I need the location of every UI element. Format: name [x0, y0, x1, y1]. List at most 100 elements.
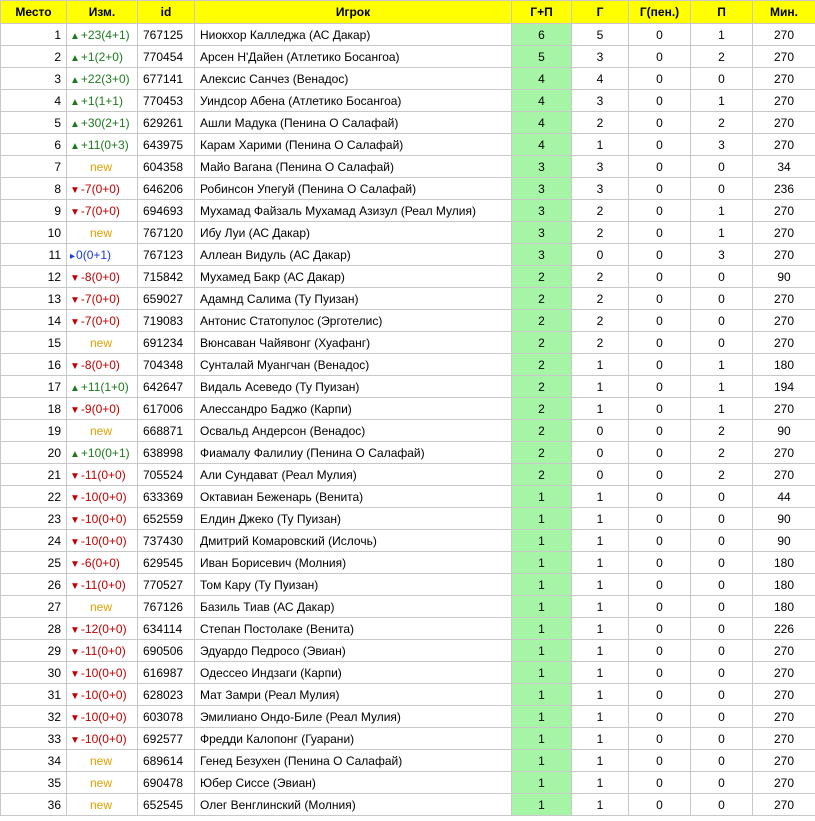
table-row[interactable]: 4 ▲+1(1+1) 770453 Уиндсор Абена (Атлетико Б… — [0, 89, 815, 112]
cell-assists: 0 — [690, 551, 753, 574]
table-row[interactable]: 35 new 690478 Юбер Сиссе (Эвиан) 1 1 0 0 270 — [0, 771, 815, 794]
cell-goals: 1 — [571, 793, 629, 816]
cell-penalty-goals: 0 — [628, 507, 691, 530]
cell-place: 25 — [0, 551, 67, 574]
cell-penalty-goals: 0 — [628, 705, 691, 728]
table-row[interactable]: 11 ▸0(0+1) 767123 Аллеан Видуль (АС Дакар) 3… — [0, 243, 815, 266]
cell-penalty-goals: 0 — [628, 133, 691, 156]
header-id[interactable]: id — [137, 0, 195, 24]
table-row[interactable]: 34 new 689614 Генед Безухен (Пенина О Салаф… — [0, 749, 815, 772]
cell-place: 8 — [0, 177, 67, 200]
cell-goals: 1 — [571, 397, 629, 420]
table-row[interactable]: 2 ▲+1(2+0) 770454 Арсен Н'Дайен (Атлетико Б… — [0, 45, 815, 68]
table-row[interactable]: 15 new 691234 Вюнсаван Чайявонг (Хуафанг) 2 2… — [0, 331, 815, 354]
cell-goals-plus-assists: 1 — [511, 727, 572, 750]
triangle-up-icon: ▲ — [70, 140, 80, 152]
cell-player: Мат Замри (Реал Мулия) — [194, 683, 512, 706]
header-place[interactable]: Место — [0, 0, 67, 24]
cell-goals: 1 — [571, 485, 629, 508]
table-row[interactable]: 14 ▼-7(0+0) 719083 Антонис Статопулос (Эрго… — [0, 309, 815, 332]
cell-place: 30 — [0, 661, 67, 684]
cell-place: 26 — [0, 573, 67, 596]
cell-id: 652545 — [137, 793, 195, 816]
table-row[interactable]: 5 ▲+30(2+1) 629261 Ашли Мадука (Пенина О Са… — [0, 111, 815, 134]
table-row[interactable]: 8 ▼-7(0+0) 646206 Робинсон Упегуй (Пенина О… — [0, 177, 815, 200]
cell-minutes: 180 — [752, 573, 815, 596]
table-row[interactable]: 7 new 604358 Майо Вагана (Пенина О Салафай)… — [0, 155, 815, 178]
cell-goals-plus-assists: 1 — [511, 661, 572, 684]
table-row[interactable]: 20 ▲+10(0+1) 638998 Фиамалу Фалилиу (Пенина… — [0, 441, 815, 464]
table-row[interactable]: 1 ▲+23(4+1) 767125 Ниокхор Калледжа (АС Дак… — [0, 23, 815, 46]
cell-goals: 2 — [571, 265, 629, 288]
cell-id: 715842 — [137, 265, 195, 288]
cell-id: 719083 — [137, 309, 195, 332]
cell-goals-plus-assists: 3 — [511, 177, 572, 200]
table-row[interactable]: 12 ▼-8(0+0) 715842 Мухамед Бакр (АС Дакар) 2… — [0, 265, 815, 288]
cell-place: 5 — [0, 111, 67, 134]
header-assists[interactable]: П — [690, 0, 753, 24]
triangle-down-icon: ▼ — [70, 558, 80, 570]
triangle-up-icon: ▲ — [70, 96, 80, 108]
table-row[interactable]: 25 ▼-6(0+0) 629545 Иван Борисевич (Молния) 1… — [0, 551, 815, 574]
header-goals[interactable]: Г — [571, 0, 629, 24]
table-row[interactable]: 31 ▼-10(0+0) 628023 Мат Замри (Реал Мулия) 1… — [0, 683, 815, 706]
change-value: +22(3+0) — [80, 71, 130, 86]
table-row[interactable]: 26 ▼-11(0+0) 770527 Том Кару (Ту Пуизан) 1 1 0… — [0, 573, 815, 596]
table-row[interactable]: 22 ▼-10(0+0) 633369 Октавиан Беженарь (Вени… — [0, 485, 815, 508]
table-row[interactable]: 18 ▼-9(0+0) 617006 Алессандро Баджо (Карпи)… — [0, 397, 815, 420]
table-row[interactable]: 3 ▲+22(3+0) 677141 Алексис Санчез (Венадос)… — [0, 67, 815, 90]
cell-minutes: 180 — [752, 551, 815, 574]
cell-place: 9 — [0, 199, 67, 222]
cell-change: ▼-7(0+0) — [66, 309, 138, 332]
cell-change: ▲+11(0+3) — [66, 133, 138, 156]
table-row[interactable]: 21 ▼-11(0+0) 705524 Али Сундават (Реал Мули… — [0, 463, 815, 486]
header-penalty-goals[interactable]: Г(пен.) — [628, 0, 691, 24]
cell-penalty-goals: 0 — [628, 89, 691, 112]
change-value: -10(0+0) — [80, 709, 127, 724]
cell-change: ▼-10(0+0) — [66, 485, 138, 508]
table-row[interactable]: 9 ▼-7(0+0) 694693 Мухамад Файзаль Мухамад А… — [0, 199, 815, 222]
table-row[interactable]: 19 new 668871 Освальд Андерсон (Венадос) 2 0 0… — [0, 419, 815, 442]
cell-assists: 1 — [690, 353, 753, 376]
table-row[interactable]: 16 ▼-8(0+0) 704348 Сунталай Муангчан (Венад… — [0, 353, 815, 376]
triangle-right-icon: ▸ — [70, 250, 76, 262]
table-row[interactable]: 30 ▼-10(0+0) 616987 Одессео Индзаги (Карпи)… — [0, 661, 815, 684]
cell-change: ▼-10(0+0) — [66, 661, 138, 684]
cell-id: 652559 — [137, 507, 195, 530]
table-row[interactable]: 23 ▼-10(0+0) 652559 Елдин Джеко (Ту Пуизан)… — [0, 507, 815, 530]
cell-assists: 0 — [690, 265, 753, 288]
header-player[interactable]: Игрок — [194, 0, 512, 24]
table-row[interactable]: 36 new 652545 Олег Венглинский (Молния) 1 1 0 0… — [0, 793, 815, 816]
table-row[interactable]: 6 ▲+11(0+3) 643975 Карам Харими (Пенина О С… — [0, 133, 815, 156]
cell-place: 29 — [0, 639, 67, 662]
table-row[interactable]: 28 ▼-12(0+0) 634114 Степан Постолаке (Венит… — [0, 617, 815, 640]
cell-player: Алессандро Баджо (Карпи) — [194, 397, 512, 420]
cell-id: 690506 — [137, 639, 195, 662]
table-row[interactable]: 17 ▲+11(1+0) 642647 Видаль Асеведо (Ту Пуиз… — [0, 375, 815, 398]
cell-player: Том Кару (Ту Пуизан) — [194, 573, 512, 596]
header-change[interactable]: Изм. — [66, 0, 138, 24]
cell-change: ▲+10(0+1) — [66, 441, 138, 464]
cell-goals-plus-assists: 1 — [511, 639, 572, 662]
triangle-up-icon: ▲ — [70, 448, 80, 460]
triangle-up-icon: ▲ — [70, 30, 80, 42]
table-row[interactable]: 13 ▼-7(0+0) 659027 Адамнд Салима (Ту Пуизан… — [0, 287, 815, 310]
change-value: -10(0+0) — [80, 665, 127, 680]
table-row[interactable]: 33 ▼-10(0+0) 692577 Фредди Калопонг (Гуаран… — [0, 727, 815, 750]
table-row[interactable]: 29 ▼-11(0+0) 690506 Эдуардо Педросо (Эвиан)… — [0, 639, 815, 662]
header-minutes[interactable]: Мин. — [752, 0, 815, 24]
cell-minutes: 90 — [752, 529, 815, 552]
cell-id: 767125 — [137, 23, 195, 46]
cell-player: Одессео Индзаги (Карпи) — [194, 661, 512, 684]
cell-penalty-goals: 0 — [628, 551, 691, 574]
change-new-label: new — [89, 753, 112, 768]
table-row[interactable]: 10 new 767120 Ибу Луи (АС Дакар) 3 2 0 1 270 — [0, 221, 815, 244]
cell-place: 17 — [0, 375, 67, 398]
header-goals-plus-assists[interactable]: Г+П — [511, 0, 572, 24]
table-row[interactable]: 24 ▼-10(0+0) 737430 Дмитрий Комаровский (Ис… — [0, 529, 815, 552]
cell-place: 20 — [0, 441, 67, 464]
cell-player: Генед Безухен (Пенина О Салафай) — [194, 749, 512, 772]
table-row[interactable]: 32 ▼-10(0+0) 603078 Эмилиано Ондо-Биле (Реа… — [0, 705, 815, 728]
table-row[interactable]: 27 new 767126 Базиль Тиав (АС Дакар) 1 1 0 0 180 — [0, 595, 815, 618]
change-value: -7(0+0) — [80, 291, 120, 306]
